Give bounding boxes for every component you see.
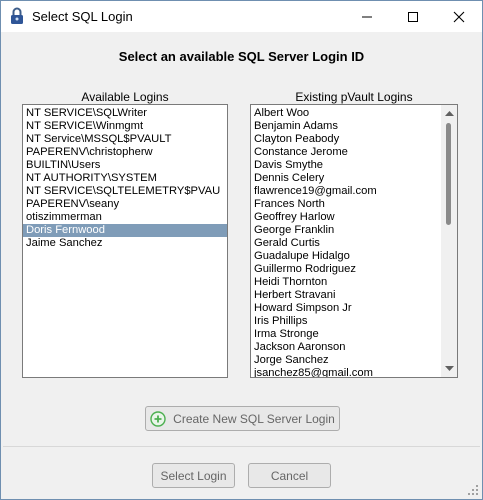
list-item[interactable]: NT SERVICE\Winmgmt — [23, 120, 227, 133]
select-sql-login-dialog: Select SQL Login Select an available SQL… — [0, 0, 483, 500]
list-item[interactable]: otiszimmerman — [23, 211, 227, 224]
list-item[interactable]: PAPERENV\seany — [23, 198, 227, 211]
select-login-button[interactable]: Select Login — [152, 463, 235, 488]
close-button[interactable] — [436, 1, 482, 32]
list-item[interactable]: Jackson Aaronson — [251, 341, 441, 354]
list-item[interactable]: Guillermo Rodriguez — [251, 263, 441, 276]
create-sql-login-button[interactable]: Create New SQL Server Login — [145, 406, 340, 431]
window-title: Select SQL Login — [32, 9, 133, 24]
list-item[interactable]: NT SERVICE\SQLTELEMETRY$PVAU — [23, 185, 227, 198]
list-item[interactable]: Iris Phillips — [251, 315, 441, 328]
list-item[interactable]: Clayton Peabody — [251, 133, 441, 146]
existing-logins-scrollbar[interactable] — [441, 105, 457, 377]
list-item[interactable]: Davis Smythe — [251, 159, 441, 172]
list-item[interactable]: jsanchez85@gmail.com — [251, 367, 441, 377]
list-item[interactable]: Frances North — [251, 198, 441, 211]
list-item[interactable]: NT Service\MSSQL$PVAULT — [23, 133, 227, 146]
scroll-up-button[interactable] — [441, 105, 457, 121]
available-logins-list[interactable]: NT SERVICE\SQLWriter NT SERVICE\Winmgmt NT… — [22, 104, 228, 378]
arrow-down-icon — [444, 366, 454, 371]
existing-logins-list[interactable]: Albert Woo Benjamin Adams Clayton Peabody C… — [250, 104, 458, 378]
list-item[interactable]: Benjamin Adams — [251, 120, 441, 133]
list-item[interactable]: Constance Jerome — [251, 146, 441, 159]
maximize-button[interactable] — [390, 1, 436, 32]
list-item[interactable]: BUILTIN\Users — [23, 159, 227, 172]
list-item[interactable]: Jorge Sanchez — [251, 354, 441, 367]
minimize-button[interactable] — [344, 1, 390, 32]
list-item[interactable]: flawrence19@gmail.com — [251, 185, 441, 198]
existing-logins-items: Albert Woo Benjamin Adams Clayton Peabody C… — [251, 107, 441, 377]
select-login-label: Select Login — [160, 468, 227, 483]
list-item[interactable]: Heidi Thornton — [251, 276, 441, 289]
list-item[interactable]: NT AUTHORITY\SYSTEM — [23, 172, 227, 185]
list-item[interactable]: Geoffrey Harlow — [251, 211, 441, 224]
list-item[interactable]: Howard Simpson Jr — [251, 302, 441, 315]
list-item[interactable]: NT SERVICE\SQLWriter — [23, 107, 227, 120]
list-item[interactable]: Albert Woo — [251, 107, 441, 120]
list-item[interactable]: Herbert Stravani — [251, 289, 441, 302]
arrow-up-icon — [444, 111, 454, 116]
scroll-down-button[interactable] — [441, 361, 457, 377]
list-item[interactable]: Guadalupe Hidalgo — [251, 250, 441, 263]
list-item[interactable]: Irma Stronge — [251, 328, 441, 341]
list-item[interactable]: Jaime Sanchez — [23, 237, 227, 250]
scroll-thumb[interactable] — [446, 123, 451, 225]
dialog-heading: Select an available SQL Server Login ID — [118, 49, 365, 64]
list-item[interactable]: PAPERENV\christopherw — [23, 146, 227, 159]
minimize-icon — [362, 16, 372, 17]
divider — [3, 446, 480, 447]
title-bar: Select SQL Login — [1, 1, 482, 32]
create-sql-login-label: Create New SQL Server Login — [173, 411, 335, 426]
list-item[interactable]: George Franklin — [251, 224, 441, 237]
resize-grip-icon[interactable] — [467, 484, 479, 496]
list-item[interactable]: Doris Fernwood — [23, 224, 227, 237]
close-icon — [453, 11, 465, 22]
maximize-icon — [408, 11, 418, 22]
list-item[interactable]: Dennis Celery — [251, 172, 441, 185]
cancel-button[interactable]: Cancel — [248, 463, 331, 488]
cancel-label: Cancel — [270, 468, 309, 483]
padlock-icon — [11, 7, 23, 24]
existing-logins-label: Existing pVault Logins — [295, 90, 413, 104]
list-item[interactable]: Gerald Curtis — [251, 237, 441, 250]
plus-circle-icon — [150, 410, 166, 427]
available-logins-label: Available Logins — [81, 90, 169, 104]
